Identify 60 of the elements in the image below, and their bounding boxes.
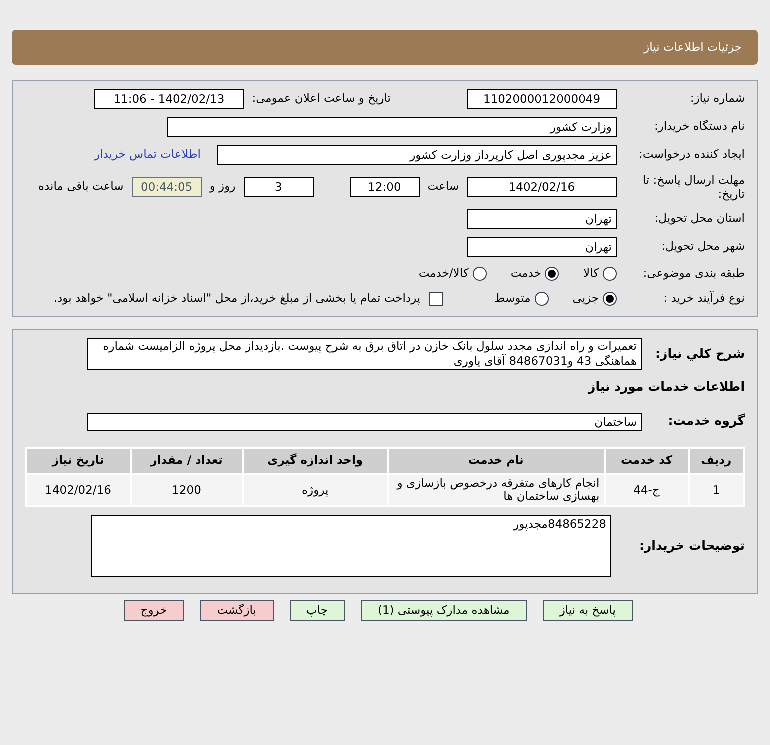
- field-label: توضیحات خریدار:: [639, 536, 745, 555]
- checkbox[interactable]: [428, 292, 443, 306]
- table-cell: 1200: [132, 475, 242, 505]
- column-header: نام خدمت: [388, 449, 604, 473]
- field-label: شهر محل تحویل:: [660, 238, 745, 256]
- column-header: کد خدمت: [606, 449, 688, 473]
- field-label: طبقه بندی موضوعی:: [642, 265, 745, 282]
- value-field: عزیز مجدپوری اصل کارپرداز وزارت کشور: [217, 145, 617, 165]
- table-cell: انجام کارهای متفرقه درخصوص بازسازی و بهسازی ساختمان ها: [388, 475, 604, 505]
- column-header: واحد اندازه گیری: [244, 449, 387, 473]
- field-label: گروه خدمت:: [667, 412, 745, 430]
- table-cell: پروژه: [244, 475, 387, 505]
- description-field: تعمیرات و راه اندازی مجدد سلول بانک خازن در اتاق برق به شرح پیوست .بازدیداز محل پروژه الزامیست شماره هماهنگی 43 و84867031 آقای یاوری: [87, 338, 642, 370]
- payment-note: پرداخت تمام یا بخشی از مبلغ خرید،از محل "اسناد خزانه اسلامی" خواهد بود.: [54, 290, 421, 308]
- action-button[interactable]: بازگشت: [200, 600, 274, 621]
- table-cell: 1402/02/16: [27, 475, 130, 505]
- field-label: نوع فرآیند خرید :: [662, 290, 745, 308]
- action-button[interactable]: مشاهده مدارک پیوستی (1): [360, 600, 527, 621]
- radio-button[interactable]: [603, 292, 617, 306]
- field-label: شرح کلي نیاز:: [654, 344, 745, 362]
- radio-label: خدمت: [510, 265, 542, 282]
- value-field: 00:44:05: [132, 177, 202, 197]
- value-field: تهران: [467, 209, 617, 229]
- field-label: شماره نیاز:: [689, 90, 745, 108]
- value-field: 12:00: [350, 177, 420, 197]
- field-label: نام دستگاه خریدار:: [653, 118, 745, 136]
- value-field: 1102000012000049: [467, 89, 617, 109]
- column-header: تعداد / مقدار: [132, 449, 242, 473]
- radio-label: متوسط: [494, 290, 531, 308]
- radio-label: کالا/خدمت: [418, 265, 469, 282]
- field-label: ساعت: [428, 178, 459, 196]
- field-label: روز و: [210, 178, 236, 196]
- field-label: ساعت باقی مانده: [38, 178, 124, 196]
- action-button[interactable]: خروج: [124, 600, 184, 621]
- page-title: جزئیات اطلاعات نیاز: [644, 38, 742, 56]
- radio-label: جزیی: [572, 290, 599, 308]
- value-field: ساختمان: [87, 412, 642, 431]
- value-field: 1402/02/16: [467, 177, 617, 197]
- buyer-notes-field: 84865228مجدپور: [91, 515, 612, 577]
- value-field: وزارت کشور: [167, 117, 617, 137]
- value-field: 3: [244, 177, 314, 197]
- value-field: تهران: [467, 237, 617, 257]
- radio-button[interactable]: [545, 266, 560, 281]
- field-label: مهلت ارسال پاسخ: تا تاریخ:: [642, 173, 745, 201]
- radio-button[interactable]: [534, 292, 549, 306]
- radio-button[interactable]: [603, 266, 617, 281]
- field-label: استان محل تحویل:: [654, 210, 745, 228]
- action-button[interactable]: چاپ: [290, 600, 345, 621]
- radio-label: کالا: [583, 265, 599, 282]
- column-header: تاریخ نیاز: [27, 449, 130, 473]
- column-header: ردیف: [690, 449, 743, 473]
- action-button[interactable]: پاسخ به نیاز: [542, 600, 633, 621]
- table-cell: ج-44: [606, 475, 688, 505]
- field-label: تاریخ و ساعت اعلان عمومی:: [252, 90, 391, 108]
- table-cell: 1: [690, 475, 743, 505]
- field-label: ایجاد کننده درخواست:: [638, 146, 745, 164]
- radio-button[interactable]: [472, 266, 487, 281]
- section-title: اطلاعات خدمات مورد نیاز: [587, 378, 745, 396]
- value-field: 1402/02/13 - 11:06: [94, 89, 244, 109]
- buyer-contact-link[interactable]: اطلاعات تماس خریدار: [94, 146, 201, 164]
